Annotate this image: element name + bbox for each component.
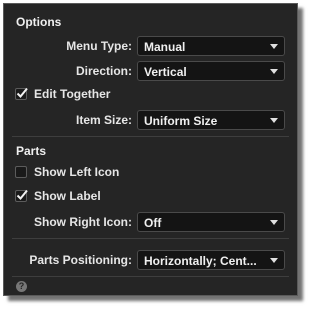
checkmark-icon <box>16 189 28 200</box>
item-size-label: Item Size: <box>75 113 132 127</box>
options-section-title: Options <box>16 15 62 29</box>
item-size-value: Uniform Size <box>144 114 218 128</box>
parts-positioning-value: Horizontally; Cent... <box>144 254 257 268</box>
direction-label: Direction: <box>75 64 132 78</box>
edit-together-label: Edit Together <box>34 87 111 101</box>
edit-together-checkbox[interactable] <box>15 87 28 100</box>
section-divider <box>12 238 289 239</box>
parts-positioning-label: Parts Positioning: <box>29 253 132 267</box>
checkmark-icon <box>16 87 28 98</box>
show-label-label: Show Label <box>34 189 101 203</box>
show-right-icon-dropdown[interactable]: Off <box>137 212 285 232</box>
chevron-down-icon <box>270 44 278 49</box>
show-right-icon-value: Off <box>144 216 162 230</box>
chevron-down-icon <box>270 258 278 263</box>
show-label-checkbox[interactable] <box>15 189 28 202</box>
item-size-dropdown[interactable]: Uniform Size <box>137 110 285 130</box>
show-left-icon-label: Show Left Icon <box>34 165 120 179</box>
menu-type-label: Menu Type: <box>66 39 132 53</box>
chevron-down-icon <box>270 118 278 123</box>
chevron-down-icon <box>270 220 278 225</box>
chevron-down-icon <box>270 69 278 74</box>
parts-positioning-dropdown[interactable]: Horizontally; Cent... <box>137 250 285 270</box>
section-divider <box>12 136 289 137</box>
show-right-icon-label: Show Right Icon: <box>34 215 132 229</box>
menu-type-value: Manual <box>144 40 186 54</box>
parts-section-title: Parts <box>16 144 47 158</box>
footer-divider <box>12 276 289 277</box>
menu-type-dropdown[interactable]: Manual <box>137 36 285 56</box>
question-circle-icon[interactable]: ? <box>16 281 27 292</box>
options-panel: Options Menu Type: Manual Direction: Ver… <box>3 3 298 296</box>
direction-value: Vertical <box>144 65 187 79</box>
show-left-icon-checkbox[interactable] <box>15 166 27 178</box>
direction-dropdown[interactable]: Vertical <box>137 61 285 81</box>
